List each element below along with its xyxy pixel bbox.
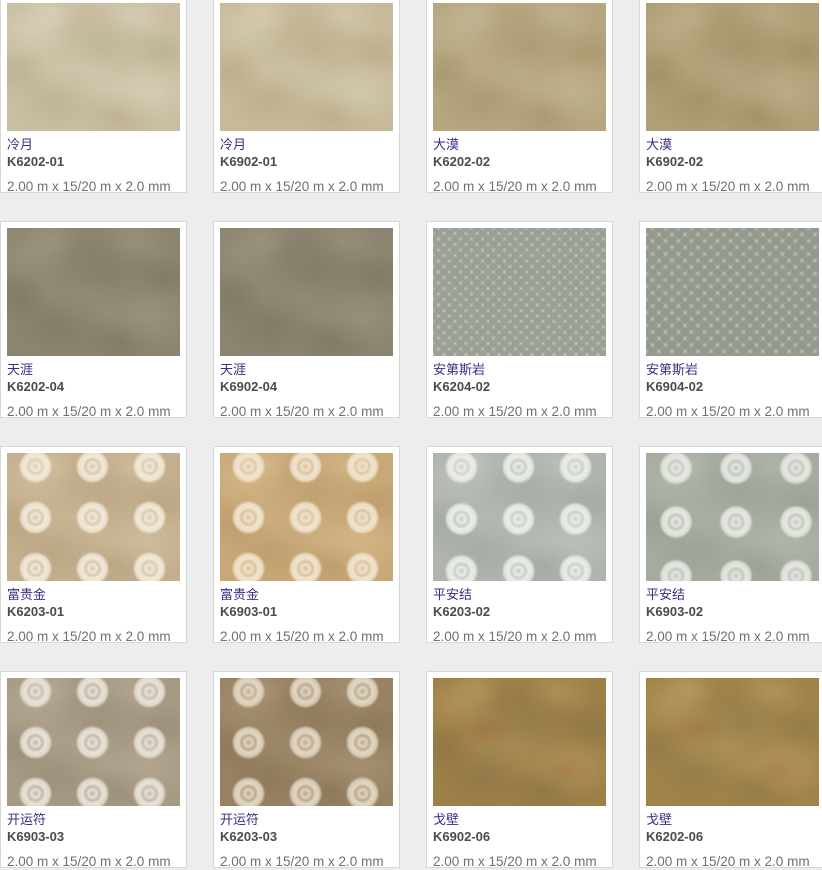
product-dimensions: 2.00 m x 15/20 m x 2.0 mm [646,179,819,195]
product-grid: 冷月 K6202-01 2.00 m x 15/20 m x 2.0 mm 冷月… [0,0,822,868]
product-dimensions: 2.00 m x 15/20 m x 2.0 mm [220,404,393,420]
product-card[interactable]: 冷月 K6202-01 2.00 m x 15/20 m x 2.0 mm [0,0,187,193]
product-dimensions: 2.00 m x 15/20 m x 2.0 mm [646,854,819,870]
product-swatch[interactable] [433,678,606,806]
product-swatch[interactable] [220,678,393,806]
product-name-link[interactable]: 富贵金 [7,587,180,603]
product-code: K6904-02 [646,379,819,395]
product-swatch[interactable] [433,3,606,131]
product-code: K6902-01 [220,154,393,170]
product-swatch[interactable] [7,678,180,806]
product-dimensions: 2.00 m x 15/20 m x 2.0 mm [433,854,606,870]
product-code: K6203-03 [220,829,393,845]
product-swatch[interactable] [646,3,819,131]
product-dimensions: 2.00 m x 15/20 m x 2.0 mm [7,404,180,420]
product-code: K6204-02 [433,379,606,395]
product-swatch[interactable] [646,678,819,806]
product-dimensions: 2.00 m x 15/20 m x 2.0 mm [646,404,819,420]
product-name-link[interactable]: 平安结 [646,587,819,603]
product-card[interactable]: 开运符 K6203-03 2.00 m x 15/20 m x 2.0 mm [213,671,400,868]
product-code: K6202-01 [7,154,180,170]
product-card[interactable]: 富贵金 K6203-01 2.00 m x 15/20 m x 2.0 mm [0,446,187,643]
product-card[interactable]: 安第斯岩 K6904-02 2.00 m x 15/20 m x 2.0 mm [639,221,822,418]
product-card[interactable]: 平安结 K6203-02 2.00 m x 15/20 m x 2.0 mm [426,446,613,643]
product-card[interactable]: 开运符 K6903-03 2.00 m x 15/20 m x 2.0 mm [0,671,187,868]
product-name-link[interactable]: 平安结 [433,587,606,603]
product-card[interactable]: 天涯 K6202-04 2.00 m x 15/20 m x 2.0 mm [0,221,187,418]
product-code: K6903-01 [220,604,393,620]
product-name-link[interactable]: 开运符 [7,812,180,828]
product-code: K6202-06 [646,829,819,845]
product-name-link[interactable]: 安第斯岩 [433,362,606,378]
product-card[interactable]: 天涯 K6902-04 2.00 m x 15/20 m x 2.0 mm [213,221,400,418]
product-code: K6202-04 [7,379,180,395]
product-name-link[interactable]: 戈壁 [646,812,819,828]
product-name-link[interactable]: 富贵金 [220,587,393,603]
product-dimensions: 2.00 m x 15/20 m x 2.0 mm [7,179,180,195]
product-code: K6902-02 [646,154,819,170]
product-name-link[interactable]: 天涯 [220,362,393,378]
product-name-link[interactable]: 大漠 [646,137,819,153]
product-swatch[interactable] [433,228,606,356]
product-name-link[interactable]: 戈壁 [433,812,606,828]
product-name-link[interactable]: 天涯 [7,362,180,378]
product-code: K6902-06 [433,829,606,845]
product-name-link[interactable]: 安第斯岩 [646,362,819,378]
product-card[interactable]: 冷月 K6902-01 2.00 m x 15/20 m x 2.0 mm [213,0,400,193]
product-code: K6903-03 [7,829,180,845]
product-code: K6902-04 [220,379,393,395]
product-code: K6203-01 [7,604,180,620]
product-card[interactable]: 安第斯岩 K6204-02 2.00 m x 15/20 m x 2.0 mm [426,221,613,418]
product-name-link[interactable]: 冷月 [7,137,180,153]
product-swatch[interactable] [220,3,393,131]
product-card[interactable]: 大漠 K6202-02 2.00 m x 15/20 m x 2.0 mm [426,0,613,193]
product-dimensions: 2.00 m x 15/20 m x 2.0 mm [220,629,393,645]
product-dimensions: 2.00 m x 15/20 m x 2.0 mm [220,854,393,870]
product-dimensions: 2.00 m x 15/20 m x 2.0 mm [433,179,606,195]
product-dimensions: 2.00 m x 15/20 m x 2.0 mm [7,854,180,870]
product-dimensions: 2.00 m x 15/20 m x 2.0 mm [646,629,819,645]
product-swatch[interactable] [7,453,180,581]
product-name-link[interactable]: 开运符 [220,812,393,828]
product-card[interactable]: 戈壁 K6902-06 2.00 m x 15/20 m x 2.0 mm [426,671,613,868]
product-card[interactable]: 平安结 K6903-02 2.00 m x 15/20 m x 2.0 mm [639,446,822,643]
product-swatch[interactable] [646,453,819,581]
product-swatch[interactable] [220,228,393,356]
product-code: K6203-02 [433,604,606,620]
product-card[interactable]: 富贵金 K6903-01 2.00 m x 15/20 m x 2.0 mm [213,446,400,643]
product-swatch[interactable] [220,453,393,581]
product-dimensions: 2.00 m x 15/20 m x 2.0 mm [220,179,393,195]
product-dimensions: 2.00 m x 15/20 m x 2.0 mm [7,629,180,645]
product-swatch[interactable] [7,228,180,356]
product-swatch[interactable] [433,453,606,581]
product-swatch[interactable] [7,3,180,131]
product-name-link[interactable]: 冷月 [220,137,393,153]
product-dimensions: 2.00 m x 15/20 m x 2.0 mm [433,629,606,645]
product-name-link[interactable]: 大漠 [433,137,606,153]
product-card[interactable]: 大漠 K6902-02 2.00 m x 15/20 m x 2.0 mm [639,0,822,193]
product-swatch[interactable] [646,228,819,356]
product-code: K6202-02 [433,154,606,170]
product-card[interactable]: 戈壁 K6202-06 2.00 m x 15/20 m x 2.0 mm [639,671,822,868]
product-dimensions: 2.00 m x 15/20 m x 2.0 mm [433,404,606,420]
product-code: K6903-02 [646,604,819,620]
